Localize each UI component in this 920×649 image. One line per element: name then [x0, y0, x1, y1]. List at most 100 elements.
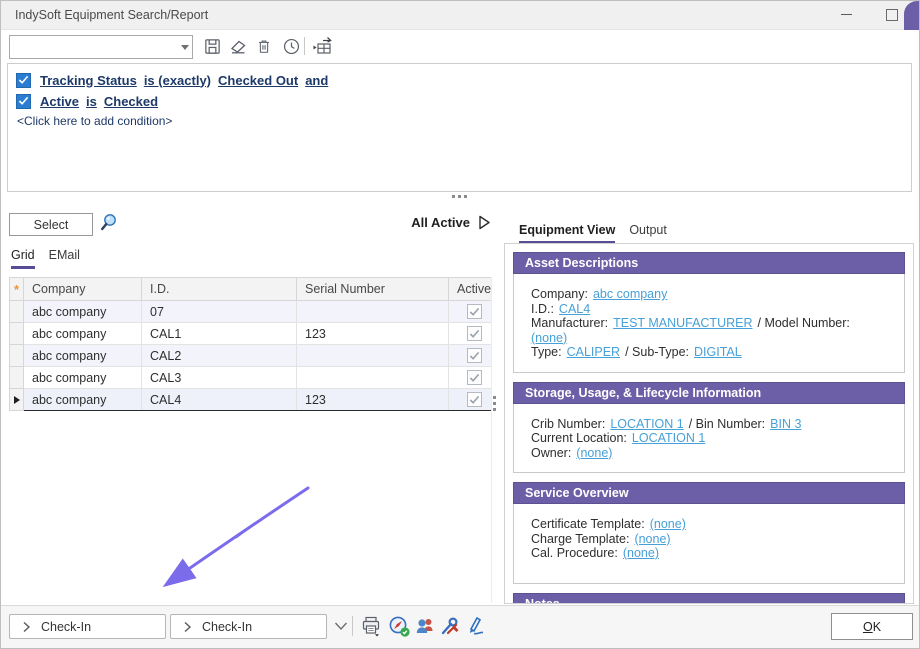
cell-company[interactable]: abc company — [24, 389, 142, 411]
cell-serial[interactable] — [297, 345, 449, 367]
minimize-button[interactable] — [827, 1, 865, 28]
more-actions-button[interactable] — [329, 614, 353, 638]
save-button[interactable] — [199, 33, 225, 59]
add-condition-link[interactable]: <Click here to add condition> — [17, 114, 903, 128]
column-header-company[interactable]: Company — [24, 278, 142, 301]
detail-link[interactable]: BIN 3 — [770, 417, 801, 431]
ok-button[interactable]: OK — [831, 613, 913, 640]
detail-link[interactable]: (none) — [634, 532, 670, 546]
active-checkbox[interactable] — [467, 326, 482, 341]
table-row[interactable]: abc companyCAL1123 — [10, 323, 492, 345]
tab-grid[interactable]: Grid — [11, 248, 35, 269]
layout-designer-button[interactable] — [309, 33, 335, 59]
condition-checkbox[interactable] — [16, 94, 31, 109]
cell-active[interactable] — [449, 389, 492, 411]
run-query-icon[interactable] — [478, 215, 491, 230]
active-checkbox[interactable] — [467, 304, 482, 319]
delete-button[interactable] — [251, 33, 277, 59]
detail-line: Owner:(none) — [531, 446, 887, 461]
cell-serial[interactable]: 123 — [297, 389, 449, 411]
active-checkbox[interactable] — [467, 370, 482, 385]
detail-line: Crib Number:LOCATION 1/ Bin Number:BIN 3 — [531, 417, 887, 432]
cell-id[interactable]: CAL3 — [142, 367, 297, 389]
cell-serial[interactable] — [297, 301, 449, 323]
section-notes: Notes — [513, 593, 905, 605]
detail-link[interactable]: (none) — [650, 517, 686, 531]
detail-link[interactable]: (none) — [531, 331, 567, 345]
select-button[interactable]: Select — [9, 213, 93, 236]
condition-term[interactable]: Tracking Status — [40, 73, 137, 88]
scope-label[interactable]: All Active — [411, 215, 470, 230]
cell-active[interactable] — [449, 345, 492, 367]
table-row[interactable]: abc companyCAL3 — [10, 367, 492, 389]
condition-term[interactable]: and — [305, 73, 328, 88]
condition-term[interactable]: is (exactly) — [144, 73, 211, 88]
checkin-button[interactable]: Check-In — [170, 614, 327, 639]
detail-link[interactable]: CALIPER — [567, 345, 621, 359]
column-header-id[interactable]: I.D. — [142, 278, 297, 301]
condition-term[interactable]: Checked — [104, 94, 158, 109]
bottom-separator — [352, 616, 353, 636]
condition-term[interactable]: Checked Out — [218, 73, 298, 88]
detail-link[interactable]: LOCATION 1 — [610, 417, 683, 431]
vertical-splitter-grip[interactable] — [493, 396, 496, 411]
cell-company[interactable]: abc company — [24, 323, 142, 345]
detail-label: Type: — [531, 345, 562, 359]
active-checkbox[interactable] — [467, 392, 482, 407]
condition-term[interactable]: is — [86, 94, 97, 109]
cell-id[interactable]: CAL4 — [142, 389, 297, 411]
condition-term[interactable]: Active — [40, 94, 79, 109]
cell-active[interactable] — [449, 323, 492, 345]
compass-check-icon — [388, 615, 411, 638]
cell-id[interactable]: CAL2 — [142, 345, 297, 367]
detail-link[interactable]: TEST MANUFACTURER — [613, 316, 752, 330]
horizontal-splitter-grip[interactable] — [452, 195, 467, 198]
table-row[interactable]: abc company07 — [10, 301, 492, 323]
tab-output[interactable]: Output — [629, 223, 667, 244]
signature-icon — [464, 615, 487, 637]
detail-link[interactable]: (none) — [623, 546, 659, 560]
checkin-button[interactable]: Check-In — [9, 614, 166, 639]
tools-button[interactable] — [438, 614, 462, 638]
scope-selector[interactable]: All Active — [389, 215, 491, 230]
detail-link[interactable]: DIGITAL — [694, 345, 742, 359]
detail-line: Manufacturer:TEST MANUFACTURER/ Model Nu… — [531, 316, 887, 345]
column-header-active[interactable]: Active — [449, 278, 492, 301]
detail-line: Company:abc company — [531, 287, 887, 302]
cell-id[interactable]: CAL1 — [142, 323, 297, 345]
table-row[interactable]: abc companyCAL4123 — [10, 389, 492, 411]
column-header-serialnumber[interactable]: Serial Number — [297, 278, 449, 301]
active-checkbox[interactable] — [467, 348, 482, 363]
status-dashboard-button[interactable] — [387, 614, 411, 638]
detail-link[interactable]: LOCATION 1 — [632, 431, 705, 445]
cell-active[interactable] — [449, 367, 492, 389]
section-asset-descriptions: Asset DescriptionsCompany:abc companyI.D… — [513, 252, 905, 373]
chevron-down-icon — [181, 45, 189, 50]
table-row[interactable]: abc companyCAL2 — [10, 345, 492, 367]
detail-link[interactable]: abc company — [593, 287, 667, 301]
query-preset-input[interactable] — [10, 36, 177, 58]
combo-dropdown-button[interactable] — [177, 36, 192, 58]
detail-link[interactable]: (none) — [576, 446, 612, 460]
erase-query-button[interactable] — [225, 33, 251, 59]
signature-button[interactable] — [463, 614, 487, 638]
condition-checkbox[interactable] — [16, 73, 31, 88]
search-button[interactable] — [97, 211, 121, 235]
history-button[interactable] — [278, 33, 304, 59]
cell-company[interactable]: abc company — [24, 345, 142, 367]
users-button[interactable] — [413, 614, 437, 638]
cell-id[interactable]: 07 — [142, 301, 297, 323]
cell-company[interactable]: abc company — [24, 301, 142, 323]
cell-serial[interactable] — [297, 367, 449, 389]
print-button[interactable] — [359, 614, 383, 638]
tab-equipment-view[interactable]: Equipment View — [519, 223, 615, 244]
cell-company[interactable]: abc company — [24, 367, 142, 389]
detail-label: Current Location: — [531, 431, 627, 445]
query-preset-combo[interactable] — [9, 35, 193, 59]
tab-email[interactable]: EMail — [49, 248, 80, 269]
cell-active[interactable] — [449, 301, 492, 323]
section-storage-usage-lifecycle-information: Storage, Usage, & Lifecycle InformationC… — [513, 382, 905, 474]
chevron-right-icon — [22, 621, 31, 633]
detail-link[interactable]: CAL4 — [559, 302, 590, 316]
cell-serial[interactable]: 123 — [297, 323, 449, 345]
